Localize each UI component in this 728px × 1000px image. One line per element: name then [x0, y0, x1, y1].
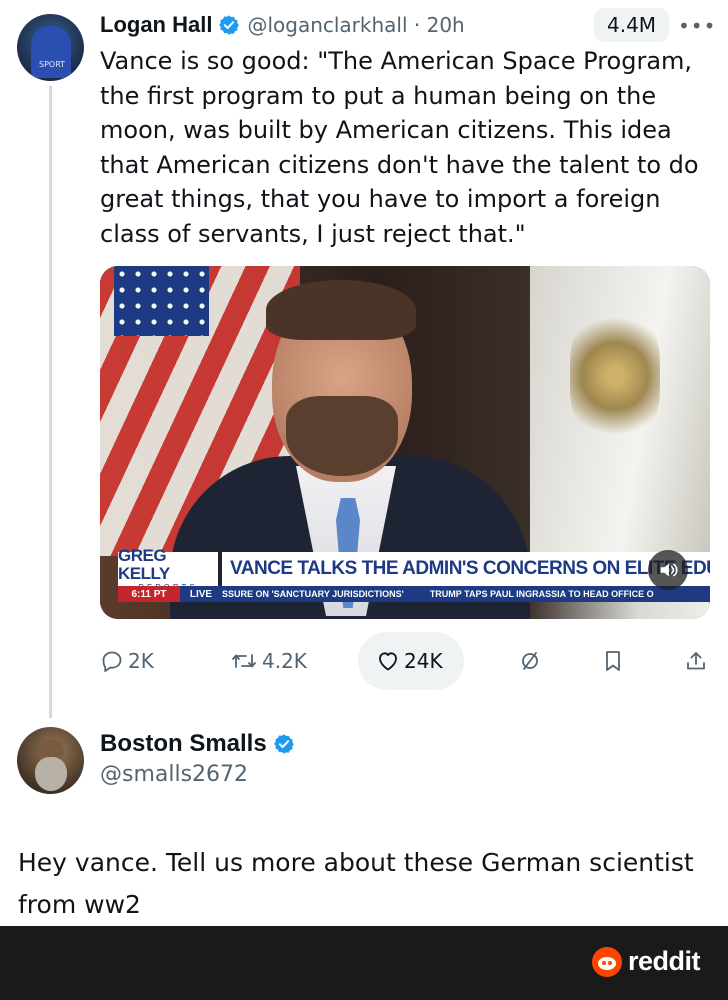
- reddit-eye: [601, 960, 606, 965]
- reply-author-handle[interactable]: @smalls2672: [100, 762, 248, 787]
- footer-bar: reddit: [0, 926, 728, 1000]
- avatar-beard: [35, 757, 67, 791]
- like-count: 24K: [404, 649, 443, 673]
- thread-line: [49, 86, 52, 718]
- reply-header: Boston Smalls: [100, 728, 295, 760]
- reddit-eye: [607, 960, 612, 965]
- chyron-time: 6:11 PT: [118, 586, 180, 602]
- speaker-icon: [660, 563, 678, 577]
- mute-toggle-button[interactable]: [648, 550, 688, 590]
- show-logo-main: GREG KELLY: [118, 545, 170, 583]
- repost-icon: [232, 654, 256, 668]
- reddit-wordmark: reddit: [627, 946, 701, 976]
- speaker-beard: [286, 396, 398, 476]
- tweet-video[interactable]: GREG KELLY REPORTS VANCE TALKS THE ADMIN…: [100, 266, 710, 619]
- reply-author-name[interactable]: Boston Smalls: [100, 730, 267, 758]
- avatar[interactable]: SPORT: [17, 14, 84, 81]
- repost-button[interactable]: 4.2K: [230, 632, 307, 690]
- reddit-face: [597, 956, 616, 970]
- reply-text: Hey vance. Tell us more about these Germ…: [18, 848, 694, 919]
- tweet-text: Vance is so good: "The American Space Pr…: [100, 47, 699, 248]
- flag-canton: [114, 266, 209, 336]
- reply-count: 2K: [128, 649, 154, 673]
- reddit-watermark: reddit: [591, 946, 701, 977]
- avatar[interactable]: [17, 727, 84, 794]
- bookmark-button[interactable]: [602, 632, 624, 690]
- reply-button[interactable]: 2K: [100, 632, 154, 690]
- bookmark-icon: [606, 651, 620, 671]
- speaker-hair: [266, 280, 416, 340]
- chyron-live: LIVE: [180, 586, 222, 602]
- show-logo: GREG KELLY REPORTS: [118, 546, 218, 592]
- avatar-figure: [31, 26, 71, 78]
- author-handle[interactable]: @loganclarkhall · 20h: [247, 13, 464, 37]
- reddit-logo-icon: [591, 946, 622, 977]
- chyron-ticker: SSURE ON 'SANCTUARY JURISDICTIONS' TRUMP…: [222, 586, 710, 602]
- views-badge[interactable]: 4.4M: [594, 8, 670, 42]
- verified-icon: [273, 734, 294, 754]
- share-icon: [687, 652, 705, 670]
- reply-icon: [102, 651, 122, 672]
- repost-count: 4.2K: [262, 649, 307, 673]
- news-chyron: GREG KELLY REPORTS VANCE TALKS THE ADMIN…: [118, 546, 710, 602]
- like-button[interactable]: 24K: [376, 632, 443, 690]
- verified-icon: [219, 15, 240, 35]
- share-button[interactable]: [684, 632, 708, 690]
- author-name[interactable]: Logan Hall: [100, 12, 212, 38]
- ticker-item: SSURE ON 'SANCTUARY JURISDICTIONS': [222, 589, 404, 599]
- grok-icon: [522, 652, 538, 670]
- tweet-actions: 2K 4.2K 24K: [100, 632, 712, 690]
- heart-icon: [379, 652, 397, 671]
- chyron-headline: VANCE TALKS THE ADMIN'S CONCERNS ON ELIT…: [222, 552, 710, 586]
- tweet-header: Logan Hall @loganclarkhall · 20h: [100, 8, 465, 42]
- grok-button[interactable]: [518, 632, 542, 690]
- ticker-item: TRUMP TAPS PAUL INGRASSIA TO HEAD OFFICE…: [429, 589, 654, 599]
- avatar-text: SPORT: [39, 60, 66, 69]
- flag-seal: [570, 306, 660, 446]
- more-options-icon[interactable]: •••: [678, 14, 716, 38]
